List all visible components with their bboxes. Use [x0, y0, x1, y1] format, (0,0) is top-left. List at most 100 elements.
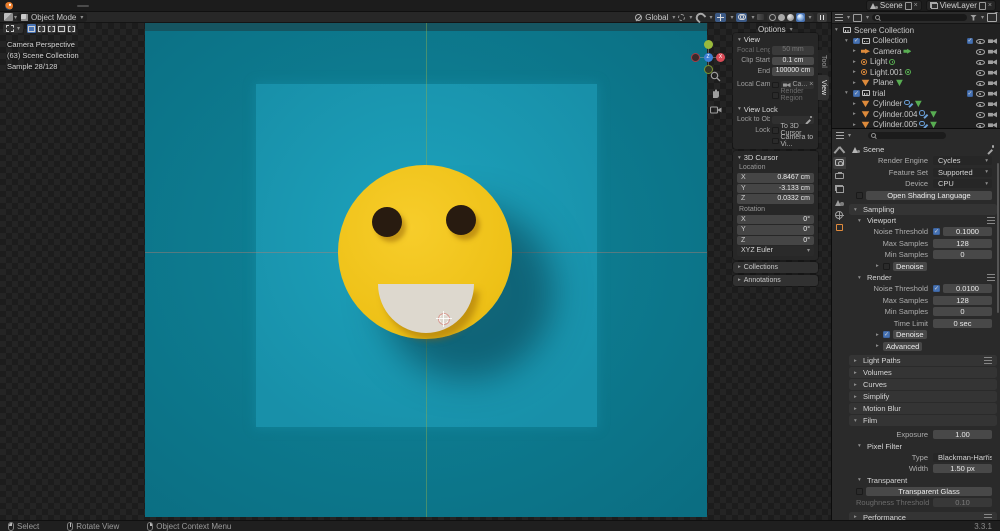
pivot-point-icon[interactable]: [678, 14, 685, 21]
object-name[interactable]: Scene Collection: [854, 26, 914, 35]
eye-visibility-icon[interactable]: [976, 89, 985, 97]
object-name[interactable]: Collection: [873, 36, 908, 45]
cursor-rotation-x[interactable]: X 0°: [737, 215, 814, 225]
properties-row[interactable]: Open Shading Language ▾: [846, 190, 1000, 202]
disclosure-caret[interactable]: ▾: [858, 218, 865, 224]
checkbox[interactable]: [883, 331, 890, 338]
workspace-tab[interactable]: [173, 5, 185, 7]
properties-row[interactable]: Render Engine Cycles ▾: [846, 155, 1000, 167]
disclosure-caret[interactable]: ▾: [845, 90, 851, 96]
properties-row[interactable]: ▸ Advanced ▾: [846, 341, 1000, 353]
properties-row[interactable]: Type Blackman-Harris ▾: [846, 452, 1000, 464]
properties-row[interactable]: ▸ Light Paths ▾: [849, 355, 997, 366]
render-visibility-icon[interactable]: [988, 90, 997, 97]
cursor-location-x[interactable]: X 0.8467 cm: [737, 173, 814, 183]
properties-row[interactable]: ▸ Volumes ▾: [849, 367, 997, 378]
tab-world-properties[interactable]: [833, 209, 846, 221]
eyedropper-icon[interactable]: [986, 145, 994, 153]
properties-row[interactable]: ▾ Sampling ▾: [849, 204, 997, 215]
disclosure-caret[interactable]: ▸: [854, 358, 861, 364]
properties-row[interactable]: ▾ Pixel Filter ▾: [846, 441, 1000, 452]
disclosure-caret[interactable]: ▸: [876, 332, 883, 338]
outliner-search-input[interactable]: [872, 14, 967, 21]
navigation-gizmo[interactable]: X Z: [691, 40, 725, 74]
property-value[interactable]: Transparent Glass: [866, 487, 992, 496]
breadcrumb-scene[interactable]: Scene: [863, 145, 884, 154]
transform-orientation-icon[interactable]: [635, 14, 642, 21]
outliner-row[interactable]: ▾ Collection: [832, 36, 1000, 47]
properties-row[interactable]: ▾ Render ▾: [846, 272, 1000, 283]
smiley-face-object[interactable]: [338, 165, 512, 339]
properties-row[interactable]: Min Samples 0 ▾: [846, 249, 1000, 261]
render-region-checkbox[interactable]: [772, 92, 779, 99]
disclosure-caret[interactable]: ▾: [854, 418, 861, 424]
disclosure-caret[interactable]: ▸: [853, 111, 859, 117]
active-tool-button[interactable]: ▾: [3, 24, 23, 33]
render-visibility-icon[interactable]: [988, 111, 997, 118]
preset-menu-icon[interactable]: [987, 274, 995, 281]
eye-visibility-icon[interactable]: [976, 68, 985, 76]
property-value[interactable]: 0.0100: [943, 284, 992, 293]
property-value[interactable]: Denoise: [893, 330, 927, 339]
disclosure-caret[interactable]: ▾: [858, 275, 865, 281]
property-value[interactable]: 128: [933, 296, 992, 305]
checkbox[interactable]: [856, 488, 863, 495]
object-name[interactable]: Plane: [873, 78, 893, 87]
disclosure-caret[interactable]: ▾: [854, 207, 861, 213]
outliner-row[interactable]: ▸ Camera: [832, 46, 1000, 57]
cursor-location-z[interactable]: Z 0.0332 cm: [737, 194, 814, 204]
disclosure-caret[interactable]: ▸: [853, 59, 859, 65]
tab-render-properties[interactable]: [833, 157, 846, 169]
object-name[interactable]: Cylinder.004: [873, 110, 917, 119]
property-value[interactable]: 128: [933, 239, 992, 248]
properties-row[interactable]: Noise Threshold 0.1000 ▾: [846, 226, 1000, 238]
rotation-mode-dropdown[interactable]: XYZ Euler ▾: [737, 246, 814, 256]
workspace-tab[interactable]: [113, 5, 125, 7]
tab-view[interactable]: View: [818, 75, 829, 100]
disclosure-caret[interactable]: ▸: [853, 69, 859, 75]
preset-menu-icon[interactable]: [984, 357, 992, 364]
solid-shading-icon[interactable]: [778, 14, 785, 21]
checkbox[interactable]: [856, 192, 863, 199]
gizmo-x-axis[interactable]: X: [716, 53, 725, 62]
object-name[interactable]: Cylinder.005: [873, 120, 917, 128]
annotations-panel-header[interactable]: ▸ Annotations: [733, 275, 818, 286]
workspace-tab[interactable]: [101, 5, 113, 7]
cursor-location-y[interactable]: Y -3.133 cm: [737, 184, 814, 194]
workspace-tab[interactable]: [77, 5, 89, 7]
workspace-tab[interactable]: [209, 5, 221, 7]
wireframe-shading-icon[interactable]: [769, 14, 776, 21]
checkbox[interactable]: [933, 228, 940, 235]
properties-row[interactable]: ▸ Performance ▾: [849, 512, 997, 521]
disclosure-caret[interactable]: ▾: [858, 477, 865, 483]
disclosure-caret[interactable]: ▸: [853, 48, 859, 54]
gizmo-y-axis[interactable]: [704, 40, 713, 49]
property-value[interactable]: 1.50 px: [933, 464, 992, 473]
tab-output-properties[interactable]: [833, 170, 846, 182]
properties-row[interactable]: Device CPU ▾: [846, 178, 1000, 190]
properties-row[interactable]: ▸ Denoise ▾: [846, 329, 1000, 341]
overlays-toggle[interactable]: [736, 13, 747, 22]
disclosure-caret[interactable]: ▸: [853, 122, 859, 128]
unlink-scene-icon[interactable]: ×: [914, 2, 918, 9]
outliner-row[interactable]: ▸ Cylinder.004: [832, 109, 1000, 120]
properties-editor-icon[interactable]: [836, 132, 844, 139]
remove-view-layer-icon[interactable]: ×: [988, 2, 992, 9]
workspace-tab[interactable]: [137, 5, 149, 7]
select-mode-invert[interactable]: [57, 24, 66, 33]
outliner-row[interactable]: ▸ Plane: [832, 78, 1000, 89]
workspace-tab[interactable]: [185, 5, 197, 7]
render-visibility-icon[interactable]: [988, 69, 997, 76]
select-mode-extend[interactable]: [37, 24, 46, 33]
cursor-section-header[interactable]: ▾ 3D Cursor: [733, 152, 818, 163]
new-view-layer-icon[interactable]: [979, 2, 986, 10]
checkbox[interactable]: [933, 285, 940, 292]
eye-visibility-icon[interactable]: [976, 47, 985, 55]
properties-search-input[interactable]: [868, 132, 946, 139]
object-name[interactable]: trial: [873, 89, 886, 98]
display-mode-icon[interactable]: [853, 14, 862, 22]
render-visibility-icon[interactable]: [988, 121, 997, 128]
disclosure-caret[interactable]: ▾: [858, 443, 865, 449]
filter-icon[interactable]: [970, 15, 977, 21]
property-value[interactable]: Supported: [933, 168, 992, 177]
